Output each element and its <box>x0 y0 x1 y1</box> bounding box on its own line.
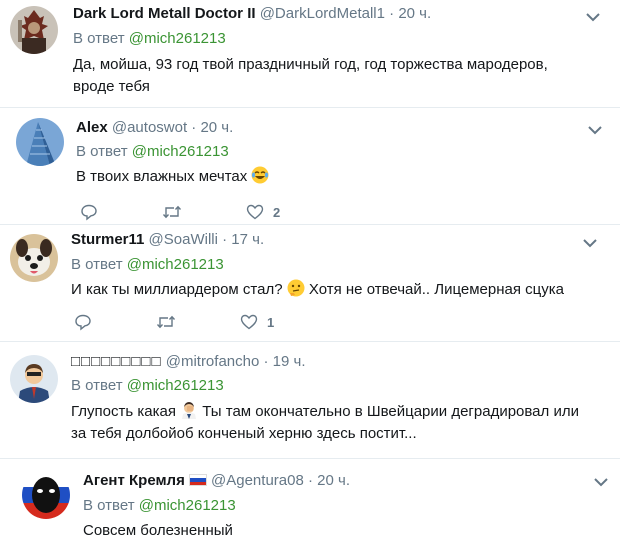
author-name[interactable]: Агент Кремля <box>83 472 185 489</box>
reply-prefix: В ответ <box>76 143 132 160</box>
like-count: 1 <box>267 314 275 330</box>
like-button[interactable]: 1 <box>240 313 274 331</box>
retweet-icon <box>156 315 176 329</box>
laughing-tears-emoji <box>251 166 269 184</box>
tweet[interactable]: Агент Кремля @Agentura08 · 20 ч. В ответ… <box>0 459 620 556</box>
chevron-down-icon[interactable] <box>586 12 600 22</box>
mask-avatar[interactable] <box>22 471 70 519</box>
like-button[interactable]: 2 <box>246 203 280 221</box>
author-handle[interactable]: @mitrofancho <box>166 353 260 370</box>
timestamp[interactable]: · 17 ч. <box>222 231 264 248</box>
reply-prefix: В ответ <box>71 256 127 273</box>
retweet-button[interactable] <box>162 203 182 221</box>
author-handle[interactable]: @DarkLordMetall1 <box>260 5 385 22</box>
author-handle[interactable]: @Agentura08 <box>211 472 304 489</box>
tweet-text: Глупость какая Ты там окончательно в Шве… <box>71 401 591 445</box>
reply-to-link[interactable]: @mich261213 <box>129 30 226 47</box>
reply-prefix: В ответ <box>71 377 127 394</box>
like-count: 2 <box>273 204 281 220</box>
author-name[interactable]: □□□□□□□□□ <box>71 353 162 370</box>
tweet[interactable]: □□□□□□□□□ @mitrofancho · 19 ч. В ответ @… <box>0 342 620 459</box>
reply-to-link[interactable]: @mich261213 <box>127 256 224 273</box>
author-handle[interactable]: @SoaWilli <box>149 231 218 248</box>
reply-prefix: В ответ <box>83 497 139 514</box>
reply-to-link[interactable]: @mich261213 <box>127 377 224 394</box>
tweet-text: Совсем болезненный <box>83 522 233 539</box>
tweet-text-before: И как ты миллиардером стал? <box>71 281 283 298</box>
retweet-button[interactable] <box>156 313 176 331</box>
tweet-text: И как ты миллиардером стал? Хотя не отве… <box>71 279 601 301</box>
chevron-down-icon[interactable] <box>583 238 597 248</box>
chevron-down-icon[interactable] <box>588 125 602 135</box>
author-name[interactable]: Sturmer11 <box>71 231 144 248</box>
timestamp[interactable]: · 20 ч. <box>308 472 350 489</box>
warrior-avatar[interactable] <box>10 6 58 54</box>
reply-to-link[interactable]: @mich261213 <box>139 497 236 514</box>
tweet[interactable]: Sturmer11 @SoaWilli · 17 ч. В ответ @mic… <box>0 225 620 342</box>
heart-icon <box>246 204 264 220</box>
timestamp[interactable]: · 20 ч. <box>191 119 233 136</box>
facepalm-emoji <box>182 402 197 419</box>
tweet-text: В твоих влажных мечтах <box>76 168 248 185</box>
reply-button[interactable] <box>80 203 98 221</box>
tweet[interactable]: Alex @autoswot · 20 ч. В ответ @mich2612… <box>0 108 620 225</box>
timestamp[interactable]: · 19 ч. <box>264 353 306 370</box>
russia-flag-icon <box>188 474 207 486</box>
tweet[interactable]: Dark Lord Metall Doctor II @DarkLordMeta… <box>0 0 620 108</box>
reply-icon <box>81 204 97 221</box>
reply-to-link[interactable]: @mich261213 <box>132 143 229 160</box>
reply-prefix: В ответ <box>73 30 129 47</box>
author-name[interactable]: Alex <box>76 119 108 136</box>
timestamp[interactable]: · 20 ч. <box>389 5 431 22</box>
tweet-text-before: Глупость какая <box>71 403 176 420</box>
dog-avatar[interactable] <box>10 234 58 282</box>
chevron-down-icon[interactable] <box>594 477 608 487</box>
businessman-avatar[interactable] <box>10 355 58 403</box>
tweet-text: Да, мойша, 93 год твой праздничный год, … <box>73 56 548 95</box>
thinking-face-emoji <box>287 279 305 297</box>
reply-button[interactable] <box>74 313 92 331</box>
skyscraper-avatar[interactable] <box>16 118 64 166</box>
retweet-icon <box>162 205 182 219</box>
reply-icon <box>75 314 91 331</box>
author-name[interactable]: Dark Lord Metall Doctor II <box>73 5 256 22</box>
author-handle[interactable]: @autoswot <box>112 119 187 136</box>
tweet-text-after: Хотя не отвечай.. Лицемерная сцука <box>308 281 564 298</box>
heart-icon <box>240 314 258 330</box>
